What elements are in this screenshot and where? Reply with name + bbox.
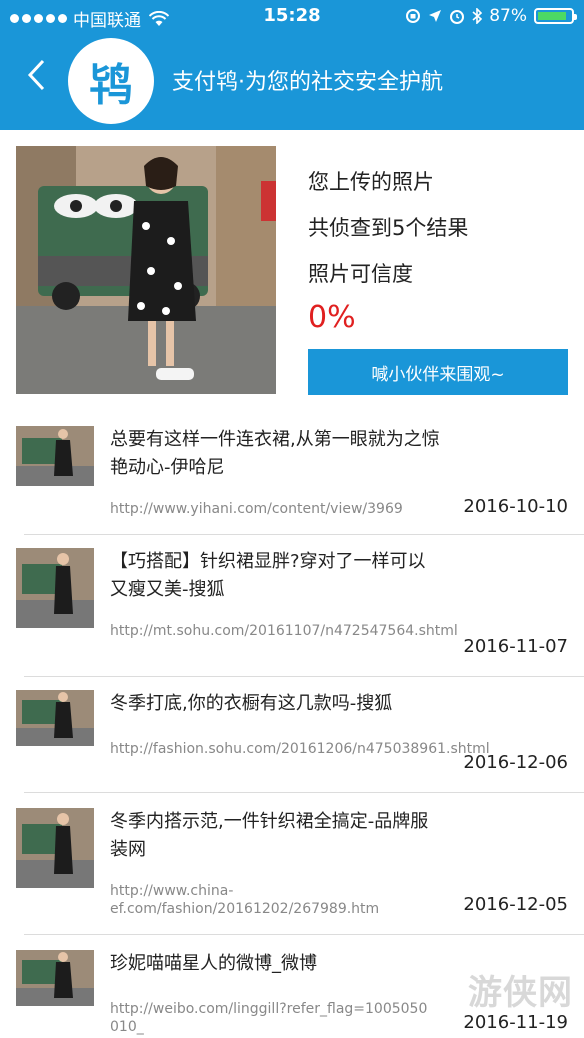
divider [24, 792, 584, 793]
result-title[interactable]: 珍妮喵喵星人的微博_微博 [110, 950, 440, 978]
result-url[interactable]: http://weibo.com/linggill?refer_flag=100… [110, 1000, 430, 1036]
watermark-logo: 游侠网 [468, 973, 573, 1013]
result-thumbnail [16, 426, 94, 486]
result-url[interactable]: http://www.china-ef.com/fashion/20161202… [110, 882, 430, 918]
status-bar: 中国联通 15:28 87% [0, 0, 584, 32]
share-button[interactable]: 喊小伙伴来围观~ [308, 349, 568, 395]
result-title[interactable]: 总要有这样一件连衣裙,从第一眼就为之惊艳动心-伊哈尼 [110, 426, 440, 482]
list-item[interactable]: 冬季内搭示范,一件针织裙全搞定-品牌服装网 http://www.china-e… [0, 806, 584, 934]
result-date: 2016-12-06 [463, 752, 568, 773]
result-url[interactable]: http://mt.sohu.com/20161107/n472547564.s… [110, 622, 458, 640]
rotation-lock-icon [406, 9, 421, 23]
result-thumbnail [16, 548, 94, 628]
result-date: 2016-10-10 [463, 496, 568, 517]
alarm-icon [450, 10, 465, 24]
bluetooth-icon [472, 8, 483, 24]
divider [24, 534, 584, 535]
status-right: 87% [405, 6, 577, 26]
nav-bar: 鸨 支付鸨·为您的社交安全护航 [0, 32, 584, 130]
result-title[interactable]: 冬季打底,你的衣橱有这几款吗-搜狐 [110, 690, 440, 718]
summary-results-count: 共侦查到5个结果 [308, 216, 469, 240]
list-item[interactable]: 冬季打底,你的衣橱有这几款吗-搜狐 http://fashion.sohu.co… [0, 688, 584, 792]
app-logo: 鸨 [68, 38, 154, 124]
result-thumbnail [16, 690, 94, 746]
result-date: 2016-12-05 [463, 894, 568, 915]
summary-credibility-label: 照片可信度 [308, 262, 413, 286]
result-thumbnail [16, 808, 94, 888]
list-item[interactable]: 【巧搭配】针织裙显胖?穿对了一样可以又瘦又美-搜狐 http://mt.sohu… [0, 546, 584, 676]
location-icon [429, 10, 442, 22]
result-thumbnail [16, 950, 94, 1006]
divider [24, 934, 584, 935]
back-button[interactable] [26, 58, 46, 99]
result-date: 2016-11-07 [463, 636, 568, 657]
result-title[interactable]: 【巧搭配】针织裙显胖?穿对了一样可以又瘦又美-搜狐 [110, 548, 440, 604]
battery-percent: 87% [489, 6, 527, 26]
result-title[interactable]: 冬季内搭示范,一件针织裙全搞定-品牌服装网 [110, 808, 440, 864]
result-date: 2016-11-19 [463, 1012, 568, 1033]
result-url[interactable]: http://www.yihani.com/content/view/3969 [110, 500, 430, 518]
credibility-value: 0% [308, 300, 356, 335]
summary-uploaded-label: 您上传的照片 [308, 170, 434, 194]
battery-icon [534, 8, 577, 24]
divider [24, 676, 584, 677]
uploaded-photo [16, 146, 276, 394]
chevron-left-icon [27, 59, 45, 91]
list-item[interactable]: 总要有这样一件连衣裙,从第一眼就为之惊艳动心-伊哈尼 http://www.yi… [0, 424, 584, 534]
result-url[interactable]: http://fashion.sohu.com/20161206/n475038… [110, 740, 490, 758]
search-summary: 您上传的照片 共侦查到5个结果 照片可信度 0% 喊小伙伴来围观~ [0, 130, 584, 410]
page-title: 支付鸨·为您的社交安全护航 [172, 70, 443, 95]
